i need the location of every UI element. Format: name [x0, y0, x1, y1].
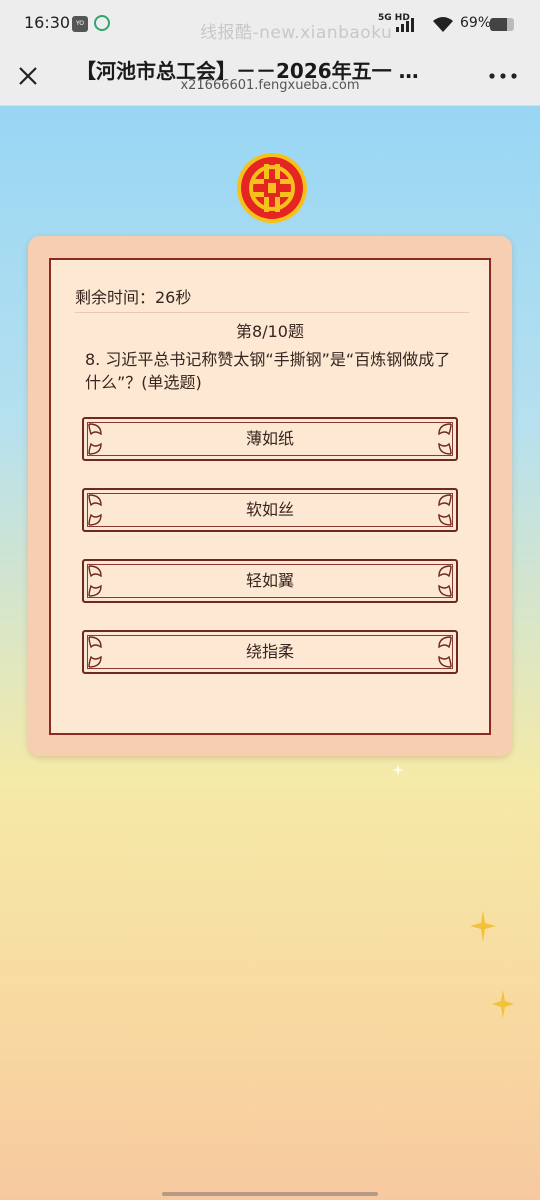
answer-option[interactable]: 轻如翼	[82, 559, 458, 603]
option-label: 薄如纸	[245, 429, 294, 448]
answer-option[interactable]: 薄如纸	[82, 417, 458, 461]
ornament-icon	[88, 565, 102, 597]
home-indicator[interactable]	[162, 1192, 378, 1196]
battery-icon	[490, 18, 514, 31]
ornament-icon	[438, 423, 452, 455]
divider	[75, 312, 469, 313]
browser-titlebar: 【河池市总工会】－－2026年五一 … x21666601.fengxueba.…	[0, 48, 540, 106]
ornament-icon	[438, 636, 452, 668]
option-label: 轻如翼	[245, 571, 294, 590]
sparkle-icon	[392, 764, 404, 776]
battery-level	[490, 18, 507, 31]
wifi-icon	[433, 17, 453, 32]
app-notification-icon	[94, 15, 110, 31]
signal-icon	[396, 18, 414, 32]
question-progress: 第8/10题	[236, 322, 304, 341]
ornament-icon	[88, 494, 102, 526]
answer-option[interactable]: 软如丝	[82, 488, 458, 532]
more-icon[interactable]	[488, 68, 518, 84]
status-time: 16:30	[24, 13, 71, 32]
countdown-timer: 剩余时间：26秒	[75, 288, 192, 307]
app-notification-icon: YO	[72, 16, 88, 32]
ornament-icon	[88, 423, 102, 455]
answer-option[interactable]: 绕指柔	[82, 630, 458, 674]
quiz-panel: 剩余时间：26秒 第8/10题 8. 习近平总书记称赞太钢“手撕钢”是“百炼钢做…	[49, 258, 491, 735]
option-label: 绕指柔	[245, 642, 294, 661]
sparkle-icon	[492, 990, 514, 1018]
ornament-icon	[438, 494, 452, 526]
sparkle-icon	[470, 910, 496, 942]
question-text: 8. 习近平总书记称赞太钢“手撕钢”是“百炼钢做成了什么”？(单选题)	[85, 350, 451, 392]
watermark: 线报酷-new.xianbaoku	[200, 23, 393, 43]
page-url: x21666601.fengxueba.com	[180, 78, 360, 93]
option-label: 软如丝	[245, 500, 294, 519]
ornament-icon	[438, 565, 452, 597]
quiz-card: 剩余时间：26秒 第8/10题 8. 习近平总书记称赞太钢“手撕钢”是“百炼钢做…	[28, 236, 512, 756]
ornament-icon	[88, 636, 102, 668]
trade-union-logo	[237, 153, 307, 223]
status-bar: 16:30 YO 线报酷-new.xianbaoku 5G HD 69%	[0, 0, 540, 48]
battery-percent: 69%	[460, 15, 492, 31]
